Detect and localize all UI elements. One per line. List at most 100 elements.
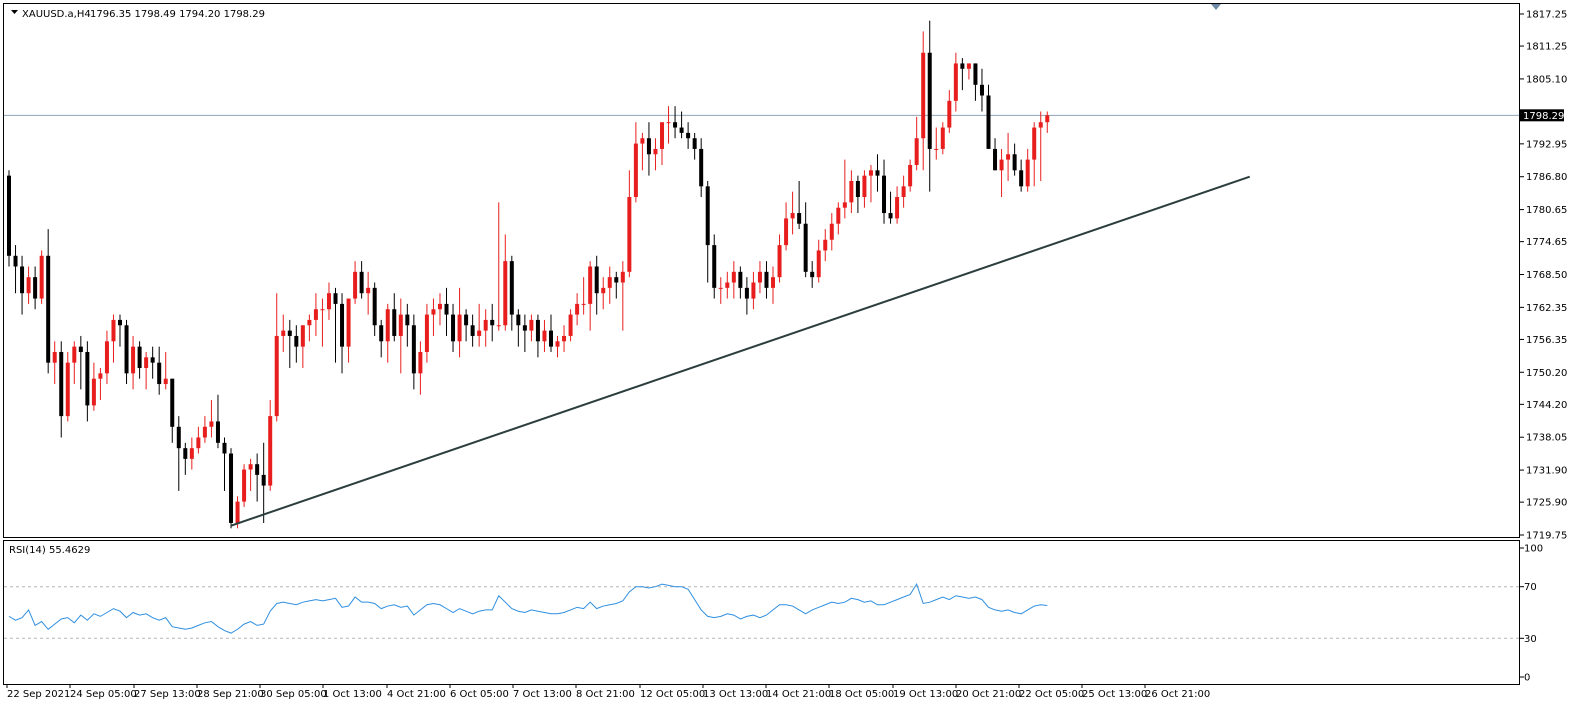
- candle-body: [699, 148, 704, 187]
- candle-body: [183, 448, 188, 459]
- candle-body: [398, 314, 403, 336]
- time-tick-label: 13 Oct 13:00: [703, 689, 768, 700]
- candle-body: [281, 330, 286, 336]
- candle-body: [940, 127, 945, 149]
- candle-body: [26, 277, 31, 294]
- chevron-down-icon[interactable]: [11, 10, 18, 14]
- rsi-series-line: [8, 582, 1048, 634]
- candle-body: [888, 213, 893, 219]
- candle-body: [934, 148, 939, 150]
- candle-body: [13, 255, 18, 267]
- rsi-label: RSI(14) 55.4629: [9, 545, 90, 556]
- chart-canvas: 1817.25 1811.25 1805.10 1792.95 1786.80 1780.…: [3, 3, 1567, 700]
- candle-body: [764, 271, 769, 288]
- candle-body: [333, 293, 338, 304]
- price-tick-label: 1738.05: [1526, 433, 1567, 444]
- candle-body: [372, 287, 377, 326]
- candle-body: [196, 437, 201, 449]
- candle-body: [163, 378, 168, 385]
- candle-body: [235, 501, 240, 523]
- time-tick-label: 22 Oct 05:00: [1019, 689, 1084, 700]
- candle-body: [300, 325, 305, 347]
- candle-body: [366, 287, 371, 294]
- candle-body: [875, 170, 880, 176]
- candle-body: [39, 255, 44, 299]
- price-tick-label: 1780.65: [1526, 205, 1567, 216]
- candle-body: [855, 180, 860, 198]
- time-axis: 22 Sep 2021 24 Sep 05:0027 Sep 13:0028 Se…: [6, 684, 1210, 700]
- candle-body: [111, 319, 116, 342]
- candle-body: [790, 213, 795, 219]
- candle-body: [901, 186, 906, 198]
- candle-body: [307, 319, 312, 326]
- candle-body: [294, 335, 299, 347]
- candle-body: [535, 319, 540, 342]
- rsi-axis: 100 70 30 0: [1519, 544, 1543, 684]
- candle-body: [255, 464, 260, 475]
- candle-body: [516, 314, 521, 326]
- candle-body: [437, 303, 442, 310]
- candle-body: [242, 469, 247, 502]
- candle-body: [666, 122, 671, 124]
- candle-body: [738, 271, 743, 288]
- candle-body: [229, 453, 234, 523]
- price-tick-label: 1768.50: [1526, 270, 1567, 281]
- candle-body: [418, 351, 423, 374]
- price-tick-label: 1750.20: [1526, 368, 1567, 379]
- candle-body: [209, 421, 214, 427]
- candle-body: [771, 277, 776, 288]
- candle-body: [104, 341, 109, 374]
- candle-body: [529, 319, 534, 331]
- candle-body: [908, 164, 913, 187]
- candle-body: [215, 421, 220, 443]
- candle-body: [150, 357, 155, 363]
- candle-body: [1025, 159, 1030, 187]
- candle-body: [444, 303, 449, 315]
- time-tick-label: 7 Oct 13:00: [513, 689, 572, 700]
- candle-body: [829, 223, 834, 240]
- candle-body: [673, 122, 678, 128]
- trendline[interactable]: [230, 175, 1251, 527]
- candle-body: [927, 52, 932, 149]
- candle-body: [868, 170, 873, 176]
- price-tick-label: 1817.25: [1526, 10, 1567, 21]
- time-tick-label: 22 Sep 2021: [7, 689, 70, 700]
- candle-body: [118, 319, 123, 326]
- time-tick-label: 1 Oct 13:00: [323, 689, 382, 700]
- candle-body: [287, 330, 292, 336]
- candle-body: [862, 175, 867, 198]
- candle-body: [660, 122, 664, 149]
- candle-body: [385, 309, 390, 342]
- candle-body: [1038, 122, 1043, 128]
- candle-body: [359, 271, 364, 294]
- candle-body: [731, 271, 736, 283]
- price-tick-label: 1756.35: [1526, 335, 1567, 346]
- candle-body: [1032, 127, 1037, 160]
- candle-body: [65, 362, 70, 417]
- symbol-label: XAUUSD.a,H4: [22, 9, 91, 20]
- candle-body: [340, 303, 345, 347]
- candle-body: [157, 362, 162, 385]
- candle-body: [353, 271, 358, 299]
- candle-body: [594, 266, 599, 294]
- candle-body: [490, 319, 495, 326]
- time-tick-label: 8 Oct 21:00: [576, 689, 635, 700]
- candle-body: [379, 325, 384, 342]
- time-tick-label: 25 Oct 13:00: [1082, 689, 1147, 700]
- time-tick-label: 14 Oct 21:00: [766, 689, 831, 700]
- candle-body: [320, 309, 325, 311]
- candle-body: [326, 293, 331, 310]
- candle-body: [777, 245, 782, 278]
- candle-body: [1045, 115, 1050, 123]
- chart-shift-marker-icon[interactable]: [1211, 4, 1221, 10]
- candle-body: [836, 207, 841, 224]
- candle-body: [72, 346, 77, 363]
- candle-body: [20, 266, 25, 294]
- ohlc-readout: 1796.35 1798.49 1794.20 1798.29: [90, 9, 265, 20]
- candle-body: [98, 373, 103, 379]
- time-tick-label: 27 Sep 13:00: [134, 689, 201, 700]
- rsi-tick-label: 30: [1524, 634, 1537, 645]
- time-tick-label: 19 Oct 13:00: [893, 689, 958, 700]
- candle-body: [131, 346, 136, 374]
- candle-body: [744, 287, 749, 299]
